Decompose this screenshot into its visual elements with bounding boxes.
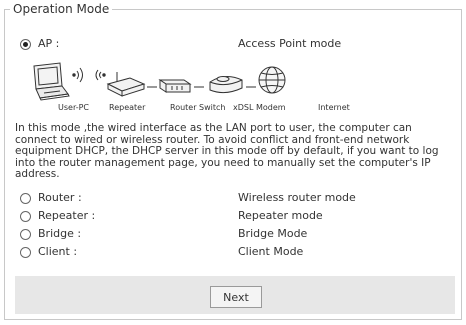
wireless-signal-icon-2 [95, 69, 106, 81]
diagram-label-repeater: Repeater [109, 103, 146, 112]
repeater-description: Repeater mode [238, 209, 323, 222]
router-radio[interactable] [20, 192, 31, 204]
operation-mode-legend: Operation Mode [10, 1, 113, 17]
network-diagram: User-PC Repeater Router Switch xDSL Mode… [20, 58, 360, 116]
mode-option-client[interactable]: Client : [20, 244, 228, 260]
client-description: Client Mode [238, 245, 304, 258]
router-label: Router : [38, 191, 82, 204]
ap-description: Access Point mode [238, 37, 342, 50]
ap-label: AP : [38, 37, 60, 50]
diagram-label-router-switch: Router Switch [170, 103, 226, 112]
ap-mode-description-text: In this mode ,the wired interface as the… [15, 122, 439, 180]
laptop-icon [33, 62, 70, 101]
repeater-label: Repeater : [38, 209, 96, 222]
mode-option-repeater[interactable]: Repeater : [20, 208, 228, 224]
mode-option-bridge[interactable]: Bridge : [20, 226, 228, 242]
mode-option-ap[interactable]: AP : [20, 36, 228, 52]
router-description: Wireless router mode [238, 191, 356, 204]
mode-option-router[interactable]: Router : [20, 190, 228, 206]
ap-radio[interactable] [20, 38, 31, 50]
bridge-description: Bridge Mode [238, 227, 308, 240]
client-label: Client : [38, 245, 78, 258]
bridge-radio[interactable] [20, 228, 31, 240]
repeater-icon [106, 72, 146, 97]
wireless-signal-icon [72, 67, 83, 83]
diagram-label-xdsl-modem: xDSL Modem [233, 103, 286, 112]
globe-icon [258, 66, 286, 94]
xdsl-modem-icon [209, 76, 243, 94]
diagram-label-internet: Internet [318, 103, 350, 112]
bridge-label: Bridge : [38, 227, 82, 240]
next-button[interactable]: Next [210, 286, 262, 308]
client-radio[interactable] [20, 246, 31, 258]
router-switch-icon [158, 79, 192, 93]
diagram-label-user-pc: User-PC [58, 103, 90, 112]
repeater-radio[interactable] [20, 210, 31, 222]
